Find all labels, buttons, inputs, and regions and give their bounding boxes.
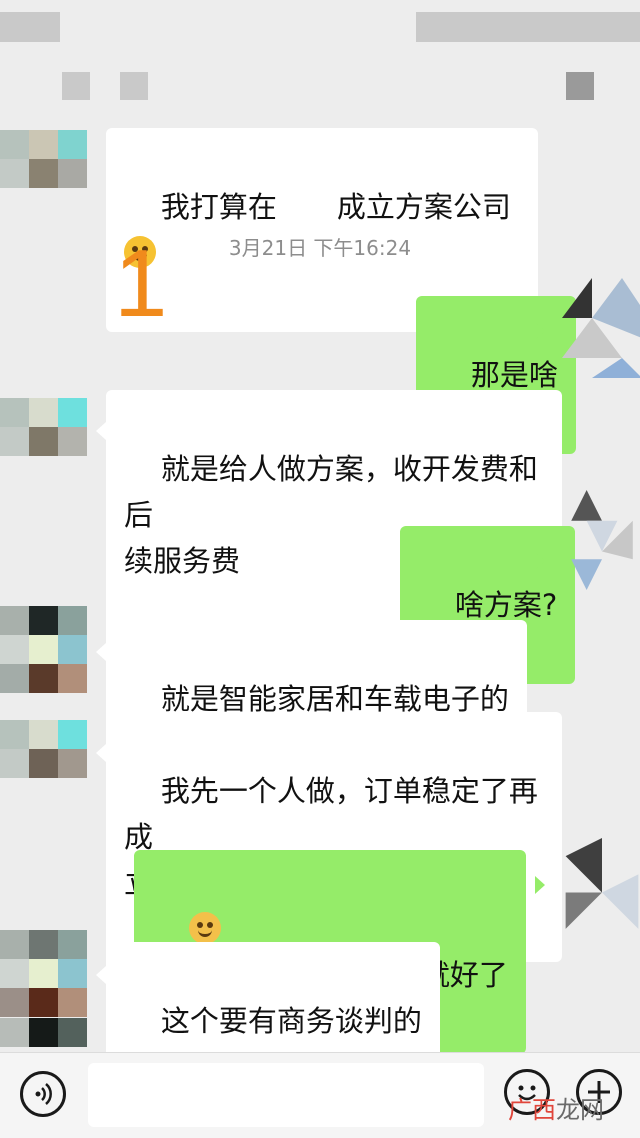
voice-button[interactable] xyxy=(20,1071,66,1117)
blurred-label xyxy=(62,72,90,100)
bubble-tail xyxy=(535,552,545,570)
message-text: 就是智能家居和车载电子的 xyxy=(160,682,509,716)
blurred-status xyxy=(416,12,640,42)
bubble-tail xyxy=(96,422,106,440)
avatar[interactable] xyxy=(562,838,640,938)
blurred-label xyxy=(120,72,148,100)
message-input[interactable] xyxy=(88,1063,484,1127)
message-list[interactable]: 我打算在 成立方案公司 3月21日 下午16:24 1 那是啥 就是给人做方案，收… xyxy=(0,110,640,1055)
avatar[interactable] xyxy=(0,720,88,808)
blurred-menu[interactable] xyxy=(566,72,594,100)
message-text: 这个要有商务谈判的 xyxy=(160,1004,422,1038)
avatar[interactable] xyxy=(562,278,640,378)
annotation-number: 1 xyxy=(114,230,168,337)
avatar[interactable] xyxy=(0,606,88,694)
avatar[interactable] xyxy=(562,490,640,590)
message-text: 成立方案公司 xyxy=(336,190,511,224)
chat-header xyxy=(0,0,640,110)
message-timestamp: 3月21日 下午16:24 xyxy=(228,236,412,260)
bubble-tail xyxy=(96,966,106,984)
bubble-tail xyxy=(96,643,106,661)
avatar[interactable] xyxy=(0,398,88,486)
sweat-smile-icon xyxy=(188,912,221,944)
bubble-tail xyxy=(96,744,106,762)
voice-icon xyxy=(35,1083,52,1105)
message-text: 我打算在 xyxy=(160,190,277,224)
watermark-rest: 龙网 xyxy=(556,1096,604,1124)
message-text: 那是啥 xyxy=(470,358,558,392)
watermark: 广西龙网 xyxy=(508,1090,604,1125)
avatar[interactable] xyxy=(0,930,88,1018)
bubble-tail xyxy=(535,876,545,894)
blurred-title xyxy=(0,12,60,42)
avatar[interactable] xyxy=(0,130,88,218)
bubble-tail xyxy=(535,322,545,340)
message-text: 啥方案? xyxy=(454,588,558,622)
avatar xyxy=(0,1018,88,1055)
watermark-brand: 广西 xyxy=(508,1096,556,1124)
